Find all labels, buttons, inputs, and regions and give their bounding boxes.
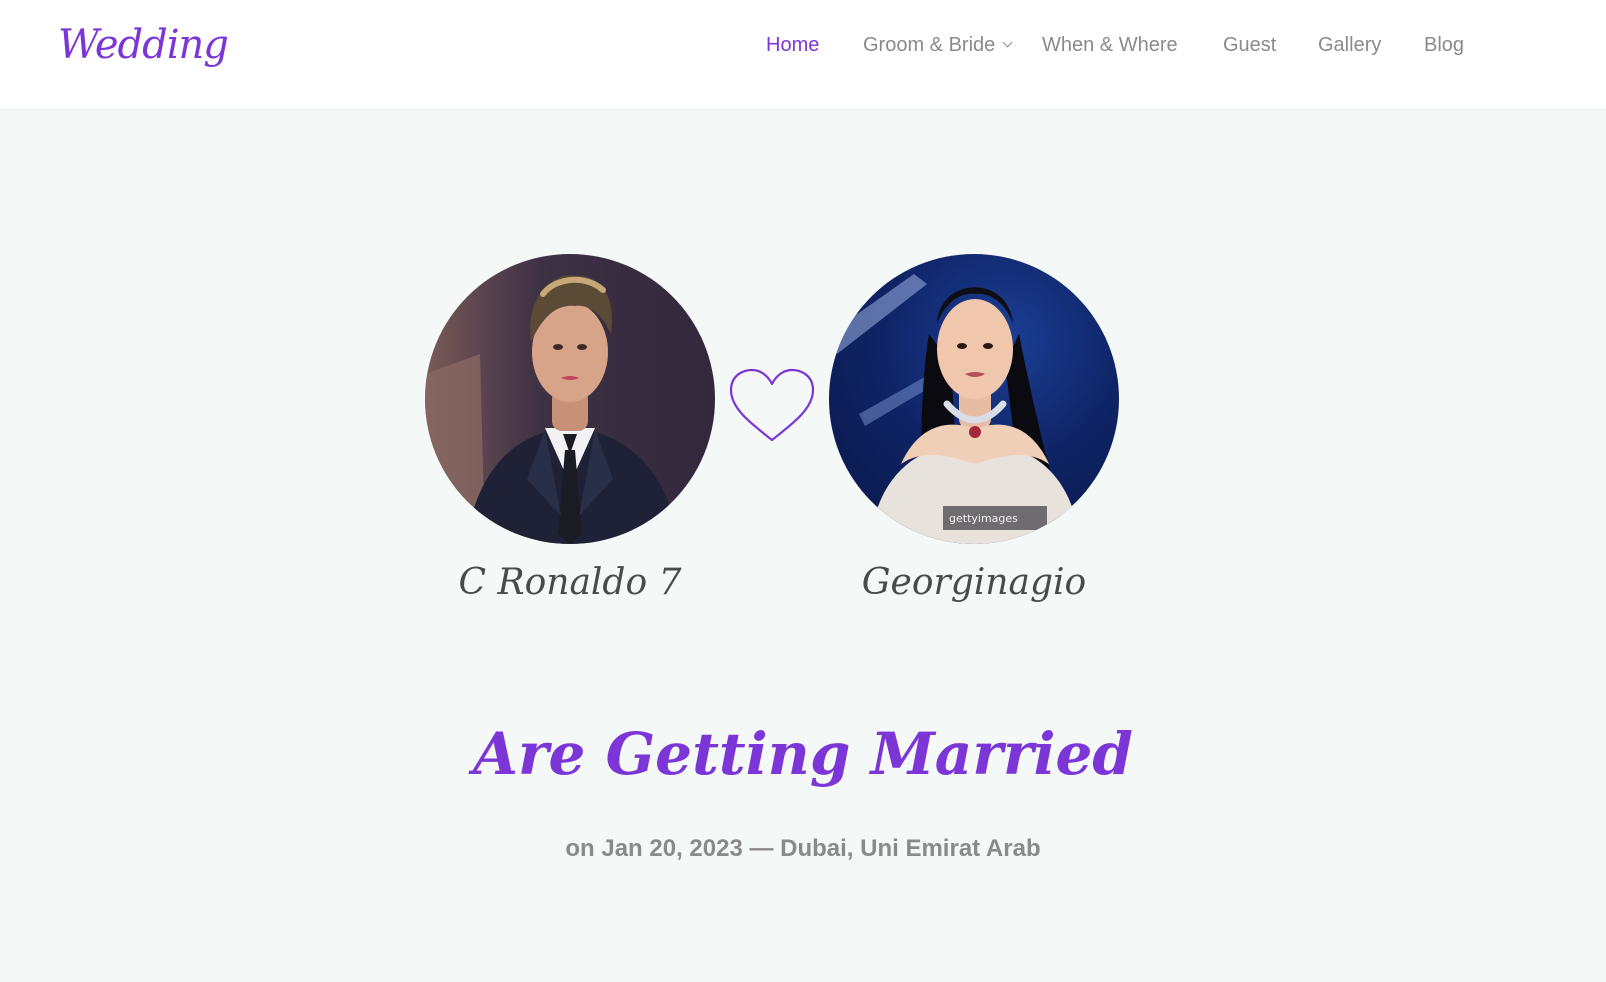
headline: Are Getting Married (472, 720, 1133, 788)
nav-groom-bride-label: Groom & Bride (863, 34, 996, 56)
heart-icon (729, 368, 815, 442)
svg-text:gettyimages: gettyimages (949, 512, 1018, 525)
groom-illustration (425, 275, 680, 544)
nav-blog[interactable]: Blog (1424, 34, 1464, 57)
bride-illustration: gettyimages (829, 274, 1081, 544)
nav-guest[interactable]: Guest (1223, 34, 1276, 57)
nav-home[interactable]: Home (766, 34, 819, 57)
main-nav: Home Groom & Bride When & Where Guest Ga… (0, 34, 1606, 74)
bride-photo: gettyimages (829, 254, 1119, 544)
groom-name: C Ronaldo 7 (458, 562, 682, 603)
groom-photo (425, 254, 715, 544)
nav-groom-bride[interactable]: Groom & Bride (863, 34, 1013, 57)
event-details: on Jan 20, 2023 — Dubai, Uni Emirat Arab (565, 835, 1041, 862)
site-header: Wedding Home Groom & Bride When & Where … (0, 0, 1606, 110)
nav-when-where[interactable]: When & Where (1042, 34, 1178, 57)
bride-name: Georginagio (861, 562, 1087, 603)
chevron-down-icon (1002, 37, 1013, 48)
nav-gallery[interactable]: Gallery (1318, 34, 1381, 57)
